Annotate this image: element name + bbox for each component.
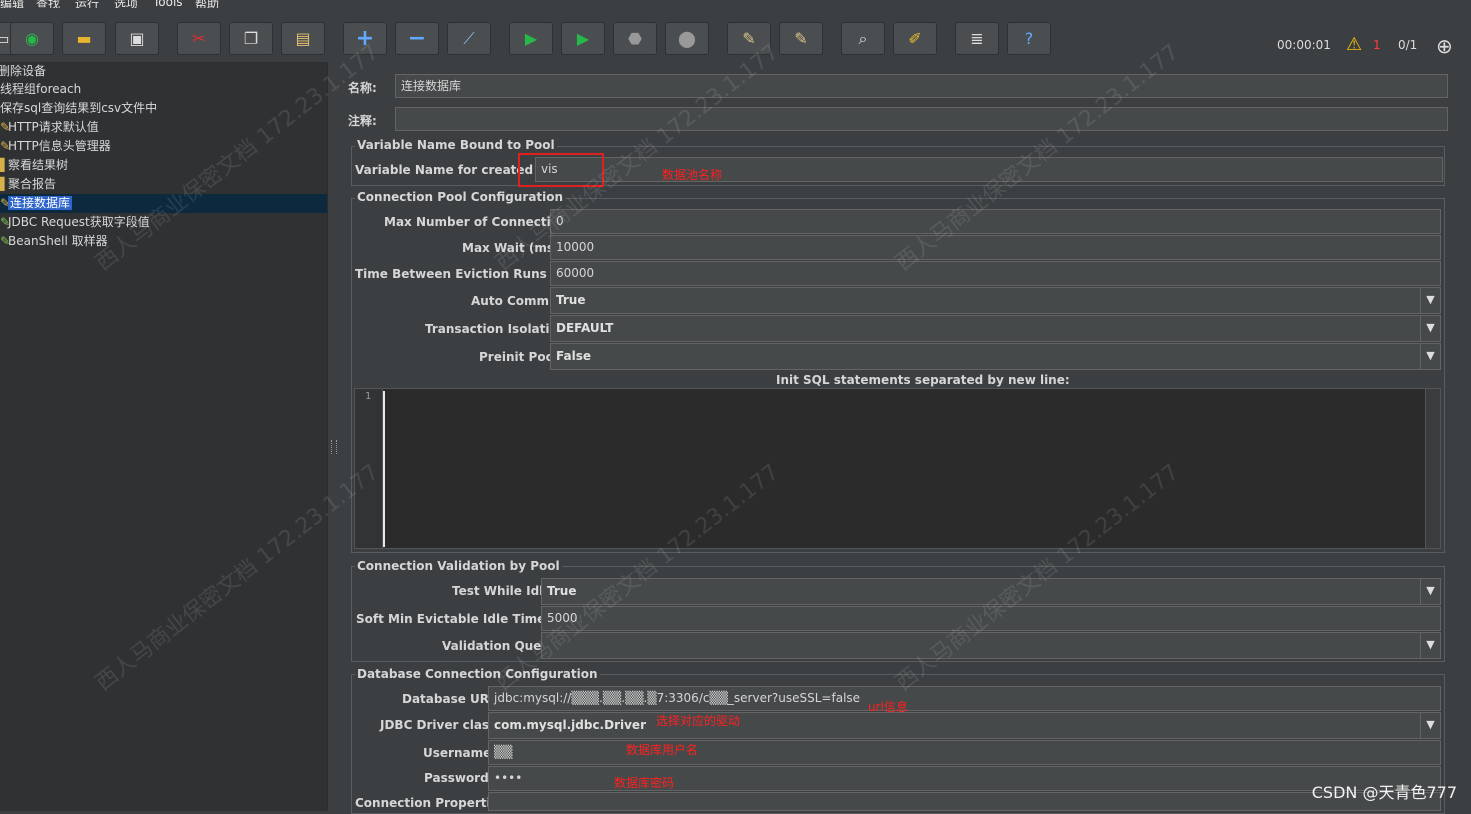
reset-search-icon[interactable]: ✐: [893, 22, 937, 55]
expand-icon[interactable]: +: [343, 22, 387, 55]
chevron-down-icon[interactable]: ▼: [1420, 579, 1440, 604]
config-icon: ✎: [0, 196, 11, 210]
tree-item[interactable]: ▌察看结果树: [0, 156, 68, 175]
validation-group-title: Connection Validation by Pool: [355, 559, 562, 573]
editor-scrollbar[interactable]: [1425, 389, 1440, 548]
splitter-grip[interactable]: [331, 440, 337, 454]
init-sql-label: Init SQL statements separated by new lin…: [776, 373, 1070, 387]
collapse-icon[interactable]: −: [395, 22, 439, 55]
max-connections-field[interactable]: 0: [550, 209, 1441, 234]
tree-item[interactable]: ✎HTTP请求默认值: [0, 118, 99, 137]
tree-item[interactable]: ✎JDBC Request获取字段值: [0, 213, 150, 232]
shutdown-icon[interactable]: ⬤: [665, 22, 709, 55]
name-label: 名称:: [348, 81, 377, 95]
splitter[interactable]: [327, 62, 341, 811]
config-icon: ✎: [0, 120, 11, 134]
auto-commit-select[interactable]: True ▼: [550, 287, 1441, 314]
warning-icon[interactable]: ⚠: [1346, 34, 1362, 55]
line-number-gutter: 1: [355, 389, 383, 548]
start-no-pauses-icon[interactable]: ▶: [561, 22, 605, 55]
copy-icon[interactable]: ❐: [229, 22, 273, 55]
listener-icon: ▌: [0, 158, 10, 172]
annotation-username: 数据库用户名: [626, 743, 699, 757]
isolation-select[interactable]: DEFAULT ▼: [550, 315, 1441, 342]
name-field[interactable]: 连接数据库: [395, 74, 1448, 98]
comment-label: 注释:: [348, 114, 377, 128]
connection-pool-group-title: Connection Pool Configuration: [355, 190, 566, 204]
chevron-down-icon[interactable]: ▼: [1420, 713, 1440, 738]
chevron-down-icon[interactable]: ▼: [1420, 316, 1440, 341]
password-label: Password:: [424, 771, 494, 785]
annotation-url: url信息: [868, 700, 908, 714]
function-helper-icon[interactable]: ≣: [955, 22, 999, 55]
chevron-down-icon[interactable]: ▼: [1420, 633, 1440, 658]
start-icon[interactable]: ▶: [509, 22, 553, 55]
toolbar: ▭ ◉ ▬ ▣ ✂ ❐ ▤ + − ⟋ ▶ ▶ ⬣ ⬤ ✎ ✎ ⌕ ✐ ≣ ? …: [0, 8, 1471, 62]
max-wait-field[interactable]: 10000: [550, 235, 1441, 260]
tree-item[interactable]: ▌聚合报告: [0, 175, 56, 194]
annotation-pool-name: 数据池名称: [662, 168, 723, 182]
soft-min-field[interactable]: 5000: [541, 606, 1441, 631]
config-icon: ✎: [0, 139, 11, 153]
annotation-driver: 选择对应的驱动: [656, 714, 741, 728]
username-label: Username:: [423, 746, 497, 760]
tree-item[interactable]: 线程组foreach: [0, 80, 81, 99]
clear-icon[interactable]: ✎: [727, 22, 771, 55]
highlight-box: [518, 153, 604, 187]
test-plan-tree: 删除设备 线程组foreach 保存sql查询结果到csv文件中 ✎HTTP请求…: [0, 62, 327, 811]
eviction-field[interactable]: 60000: [550, 261, 1441, 286]
remote-icon[interactable]: ⊕: [1436, 34, 1453, 58]
search-icon[interactable]: ⌕: [841, 22, 885, 55]
db-url-label: Database URL:: [402, 692, 502, 706]
save-icon[interactable]: ▣: [115, 22, 159, 55]
driver-label: JDBC Driver class:: [380, 718, 502, 732]
cut-icon[interactable]: ✂: [177, 22, 221, 55]
clear-all-icon[interactable]: ✎: [779, 22, 823, 55]
templates-icon[interactable]: ◉: [10, 22, 54, 55]
comment-field[interactable]: [395, 107, 1448, 131]
annotation-password: 数据库密码: [614, 776, 675, 790]
paste-icon[interactable]: ▤: [281, 22, 325, 55]
active-threads: 0/1: [1398, 38, 1418, 52]
stop-icon[interactable]: ⬣: [613, 22, 657, 55]
tree-item[interactable]: ✎BeanShell 取样器: [0, 232, 108, 251]
menu-bar: 编辑 查找 运行 选项 Tools 帮助: [0, 0, 1471, 11]
tree-item[interactable]: 保存sql查询结果到csv文件中: [0, 99, 157, 118]
chevron-down-icon[interactable]: ▼: [1420, 288, 1440, 313]
sampler-icon: ✎: [0, 234, 11, 248]
preinit-select[interactable]: False ▼: [550, 343, 1441, 370]
warning-count: 1: [1373, 38, 1381, 52]
listener-icon: ▌: [0, 177, 10, 191]
validation-query-select[interactable]: ▼: [541, 632, 1441, 659]
tree-item[interactable]: 删除设备: [0, 62, 46, 81]
driver-select[interactable]: com.mysql.jdbc.Driver ▼: [488, 712, 1441, 739]
conn-props-field[interactable]: [488, 792, 1441, 811]
database-group-title: Database Connection Configuration: [355, 667, 600, 681]
tree-item-selected[interactable]: ✎连接数据库: [0, 194, 73, 213]
toggle-icon[interactable]: ⟋: [447, 22, 491, 55]
pool-variable-group-title: Variable Name Bound to Pool: [355, 138, 557, 152]
open-folder-icon[interactable]: ▬: [62, 22, 106, 55]
init-sql-editor[interactable]: 1: [354, 388, 1441, 549]
test-while-idle-select[interactable]: True ▼: [541, 578, 1441, 605]
elapsed-timer: 00:00:01: [1277, 38, 1331, 52]
csdn-credit: CSDN @天青色777: [1311, 783, 1457, 802]
help-icon[interactable]: ?: [1007, 22, 1051, 55]
db-url-field[interactable]: jdbc:mysql://▒▒▒.▒▒.▒▒.▒7:3306/c▒▒_serve…: [488, 686, 1441, 711]
chevron-down-icon[interactable]: ▼: [1420, 344, 1440, 369]
tree-item[interactable]: ✎HTTP信息头管理器: [0, 137, 111, 156]
max-wait-label: Max Wait (ms):: [462, 241, 565, 255]
sampler-icon: ✎: [0, 215, 11, 229]
text-cursor: [383, 391, 385, 547]
